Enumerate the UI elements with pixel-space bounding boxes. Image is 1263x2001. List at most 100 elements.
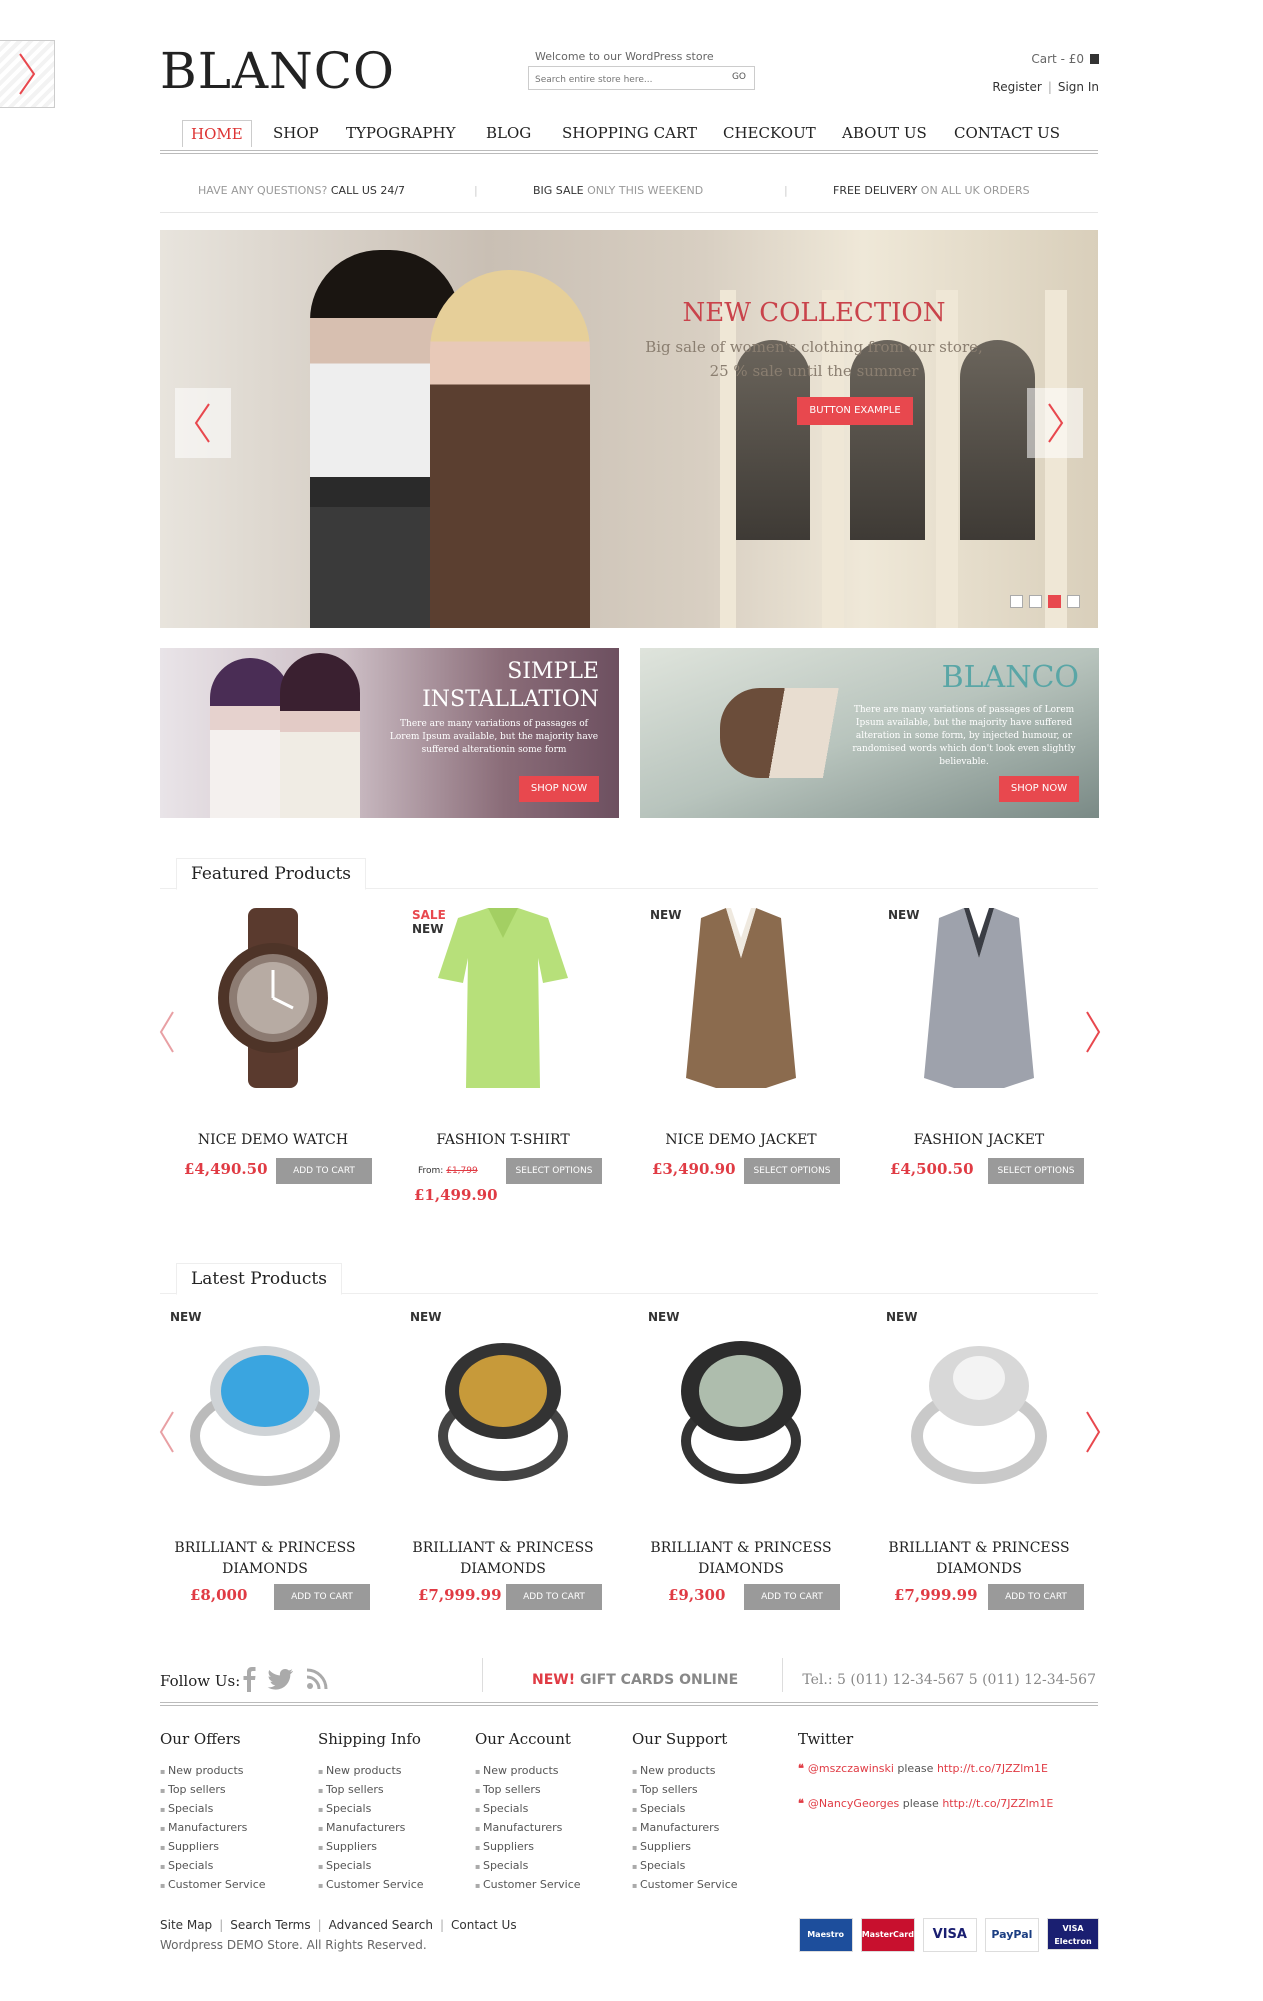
payment-cards: Maestro MasterCard VISA PayPal VISA Elec…: [796, 1918, 1099, 1952]
banner-text: There are many variations of passages of…: [852, 705, 1076, 767]
add-to-cart-button[interactable]: ADD TO CART: [988, 1584, 1084, 1610]
quote-icon: ❝: [798, 1797, 804, 1810]
footer-link[interactable]: Manufacturers: [160, 1819, 266, 1838]
visa-icon: VISA: [922, 1918, 977, 1952]
footer-link[interactable]: New products: [318, 1762, 424, 1781]
shop-now-button[interactable]: SHOP NOW: [519, 776, 599, 802]
nav-blog[interactable]: BLOG: [478, 120, 539, 146]
add-to-cart-button[interactable]: ADD TO CART: [274, 1584, 370, 1610]
maestro-icon: Maestro: [798, 1918, 853, 1952]
footer-link[interactable]: Top sellers: [318, 1781, 424, 1800]
search-terms-link[interactable]: Search Terms: [230, 1918, 310, 1932]
product-image-ring: [438, 1343, 568, 1481]
nav-shopping-cart[interactable]: SHOPPING CART: [554, 120, 705, 146]
nav-shop[interactable]: SHOP: [265, 120, 327, 146]
footer-link[interactable]: Specials: [160, 1800, 266, 1819]
footer-link[interactable]: Suppliers: [318, 1838, 424, 1857]
twitter-icon[interactable]: [266, 1668, 294, 1690]
search-input[interactable]: [529, 70, 711, 90]
product-name[interactable]: BRILLIANT & PRINCESS DIAMONDS: [636, 1538, 846, 1580]
cart-link[interactable]: Cart - £0: [1031, 52, 1099, 66]
tweet-user-link[interactable]: @mszczawinski: [808, 1762, 894, 1775]
footer-link[interactable]: Specials: [160, 1857, 266, 1876]
product-name[interactable]: NICE DEMO WATCH: [168, 1130, 378, 1151]
footer-col-support: Our Support New products Top sellers Spe…: [632, 1730, 738, 1895]
nav-contact-us[interactable]: CONTACT US: [946, 120, 1068, 146]
product-name[interactable]: BRILLIANT & PRINCESS DIAMONDS: [398, 1538, 608, 1580]
footer-col-title: Our Account: [475, 1730, 571, 1748]
footer-link[interactable]: Customer Service: [318, 1876, 424, 1895]
add-to-cart-button[interactable]: ADD TO CART: [276, 1158, 372, 1184]
add-to-cart-button[interactable]: ADD TO CART: [506, 1584, 602, 1610]
site-logo[interactable]: BLANCO: [160, 42, 395, 100]
add-to-cart-button[interactable]: ADD TO CART: [744, 1584, 840, 1610]
slider-dot[interactable]: [1048, 595, 1061, 608]
footer-link[interactable]: Specials: [475, 1800, 581, 1819]
nav-about-us[interactable]: ABOUT US: [834, 120, 935, 146]
gift-cards-promo[interactable]: NEW! GIFT CARDS ONLINE: [532, 1672, 738, 1688]
search-go-button[interactable]: GO: [732, 72, 746, 82]
register-link[interactable]: Register: [992, 80, 1041, 94]
product-name[interactable]: BRILLIANT & PRINCESS DIAMONDS: [160, 1538, 370, 1580]
footer-link[interactable]: Specials: [318, 1857, 424, 1876]
footer-link[interactable]: Customer Service: [632, 1876, 738, 1895]
tweet-user-link[interactable]: @NancyGeorges: [808, 1797, 899, 1810]
footer-link[interactable]: New products: [160, 1762, 266, 1781]
slide-button[interactable]: BUTTON EXAMPLE: [797, 397, 913, 425]
carousel-next-icon[interactable]: [1083, 1010, 1103, 1054]
footer-link[interactable]: Specials: [475, 1857, 581, 1876]
site-map-link[interactable]: Site Map: [160, 1918, 212, 1932]
product-name[interactable]: BRILLIANT & PRINCESS DIAMONDS: [874, 1538, 1084, 1580]
carousel-next-icon[interactable]: [1083, 1410, 1103, 1454]
footer-info-bar: Follow Us: NEW! GIFT CARDS ONLINE Tel.: …: [160, 1652, 1098, 1706]
footer-link[interactable]: Manufacturers: [632, 1819, 738, 1838]
footer-link[interactable]: Specials: [318, 1800, 424, 1819]
footer-link[interactable]: Customer Service: [475, 1876, 581, 1895]
footer-link[interactable]: Manufacturers: [318, 1819, 424, 1838]
nav-typography[interactable]: TYPOGRAPHY: [338, 120, 463, 146]
product-image-ring: [190, 1346, 340, 1486]
product-name[interactable]: FASHION T-SHIRT: [398, 1130, 608, 1151]
sign-in-link[interactable]: Sign In: [1058, 80, 1099, 94]
shop-now-button[interactable]: SHOP NOW: [999, 776, 1079, 802]
footer-link[interactable]: Top sellers: [632, 1781, 738, 1800]
carousel-prev-icon[interactable]: [157, 1010, 177, 1054]
banner-blanco[interactable]: BLANCO There are many variations of pass…: [640, 648, 1099, 818]
tweet-link[interactable]: http://t.co/7JZZlm1E: [942, 1797, 1053, 1810]
facebook-icon[interactable]: [242, 1666, 256, 1692]
footer-link[interactable]: Top sellers: [475, 1781, 581, 1800]
slider-next-button[interactable]: [1027, 388, 1083, 458]
slider-dot[interactable]: [1010, 595, 1023, 608]
carousel-prev-icon[interactable]: [157, 1410, 177, 1454]
footer-link[interactable]: Specials: [632, 1800, 738, 1819]
rss-icon[interactable]: [306, 1668, 328, 1690]
footer-link[interactable]: New products: [632, 1762, 738, 1781]
footer-link[interactable]: Suppliers: [160, 1838, 266, 1857]
advanced-search-link[interactable]: Advanced Search: [329, 1918, 433, 1932]
footer-link[interactable]: Suppliers: [632, 1838, 738, 1857]
promo-strip: HAVE ANY QUESTIONS? CALL US 24/7 | BIG S…: [160, 172, 1098, 213]
select-options-button[interactable]: SELECT OPTIONS: [988, 1158, 1084, 1184]
footer-link[interactable]: Customer Service: [160, 1876, 266, 1895]
product-name[interactable]: NICE DEMO JACKET: [636, 1130, 846, 1151]
contact-us-link[interactable]: Contact Us: [451, 1918, 517, 1932]
footer-col-title: Shipping Info: [318, 1730, 421, 1748]
footer-link[interactable]: Manufacturers: [475, 1819, 581, 1838]
product-name[interactable]: FASHION JACKET: [874, 1130, 1084, 1151]
select-options-button[interactable]: SELECT OPTIONS: [744, 1158, 840, 1184]
footer-link[interactable]: New products: [475, 1762, 581, 1781]
select-options-button[interactable]: SELECT OPTIONS: [506, 1158, 602, 1184]
nav-checkout[interactable]: CHECKOUT: [715, 120, 824, 146]
slider-dot[interactable]: [1067, 595, 1080, 608]
slider-dot[interactable]: [1029, 595, 1042, 608]
side-panel-toggle[interactable]: [0, 40, 55, 108]
promo-questions: HAVE ANY QUESTIONS? CALL US 24/7: [198, 184, 406, 197]
footer-link[interactable]: Specials: [632, 1857, 738, 1876]
tweet-link[interactable]: http://t.co/7JZZlm1E: [937, 1762, 1048, 1775]
banner-simple-installation[interactable]: SIMPLE INSTALLATION There are many variat…: [160, 648, 619, 818]
slider-prev-button[interactable]: [175, 388, 231, 458]
nav-home[interactable]: HOME: [182, 120, 252, 147]
product-image-jacket: [686, 908, 796, 1088]
footer-link[interactable]: Suppliers: [475, 1838, 581, 1857]
footer-link[interactable]: Top sellers: [160, 1781, 266, 1800]
